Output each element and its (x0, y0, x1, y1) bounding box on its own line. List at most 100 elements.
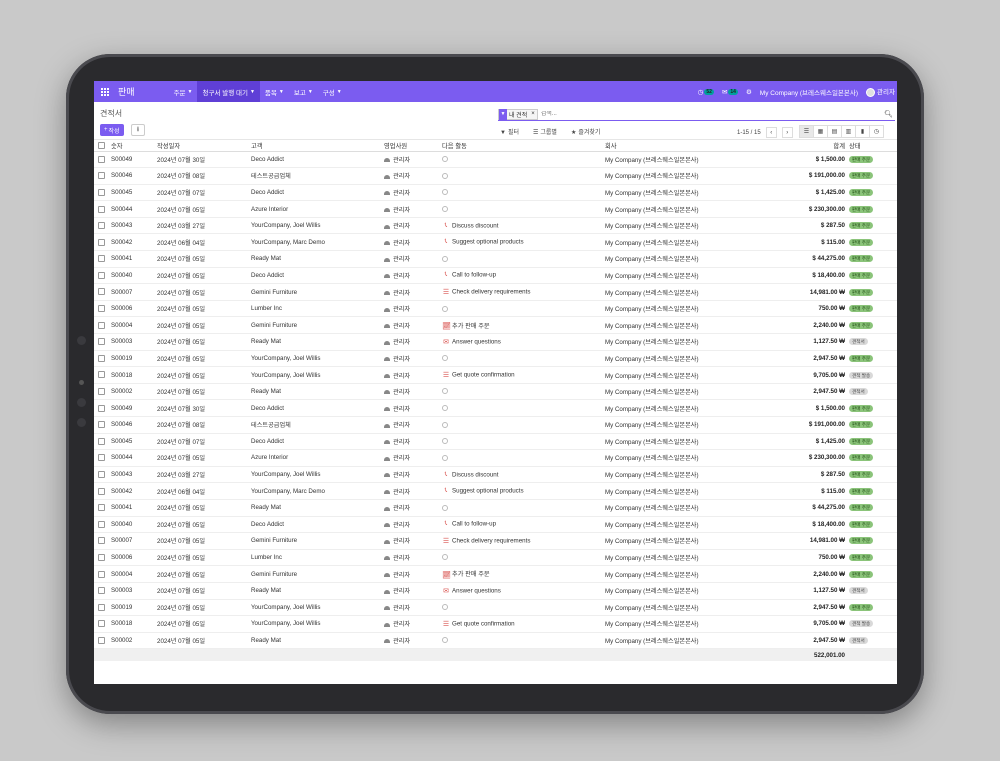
close-icon[interactable]: × (529, 111, 537, 117)
activity-clock-icon[interactable] (442, 189, 448, 196)
activity-clock-icon[interactable] (442, 355, 448, 362)
kanban-view-icon[interactable]: ▦ (813, 125, 828, 138)
row-checkbox[interactable] (98, 255, 105, 263)
row-checkbox[interactable] (98, 487, 105, 495)
pager-next-icon[interactable]: › (781, 127, 793, 138)
table-row[interactable]: S00040 2024년 07월 05일 Deco Addict 관리자 📞︎ Call … (94, 516, 897, 533)
table-row[interactable]: S00042 2024년 06월 04일 YourCompany, Marc Dem… (94, 483, 897, 500)
activity-clock-icon[interactable] (442, 405, 448, 412)
upsell-chart-icon[interactable]: 📈︎ (442, 571, 451, 579)
table-row[interactable]: S00045 2024년 07월 07일 Deco Addict 관리자 My Comp… (94, 184, 897, 201)
row-checkbox[interactable] (98, 454, 105, 462)
user-menu[interactable]: 관리자 (866, 86, 895, 97)
company-switcher[interactable]: My Company (브레스웨스일본본사) (760, 87, 858, 97)
activity-clock-icon[interactable] (442, 637, 448, 644)
list-view-icon[interactable]: ☰ (799, 125, 814, 138)
menu-to-invoice[interactable]: 청구서 발행 대기 ▼ (197, 81, 260, 102)
row-checkbox[interactable] (98, 620, 105, 628)
pager-value[interactable]: 1-15 / 15 (737, 130, 761, 136)
activity-clock-icon[interactable] (442, 156, 448, 163)
activity-button[interactable]: ◷ 52 (698, 88, 714, 96)
table-row[interactable]: S00040 2024년 07월 05일 Deco Addict 관리자 📞︎ Call … (94, 267, 897, 284)
table-row[interactable]: S00006 2024년 07월 05일 Lumber Inc 관리자 My Compa… (94, 300, 897, 317)
phone-icon[interactable]: 📞︎ (442, 271, 450, 279)
phone-icon[interactable]: 📞︎ (442, 238, 450, 246)
favorites-dropdown[interactable]: ★ 즐겨찾기 (571, 127, 600, 136)
row-checkbox[interactable] (98, 404, 105, 412)
table-row[interactable]: S00018 2024년 07월 05일 YourCompany, Joel Wil… (94, 367, 897, 384)
menu-configuration[interactable]: 구성 ▼ (318, 81, 347, 102)
groupby-dropdown[interactable]: ☰ 그룹별 (533, 127, 557, 136)
row-checkbox[interactable] (98, 288, 105, 296)
activity-clock-icon[interactable] (442, 305, 448, 312)
menu-orders[interactable]: 주문 ▼ (169, 81, 198, 102)
apps-menu-icon[interactable] (94, 81, 116, 102)
activity-clock-icon[interactable] (442, 205, 448, 212)
row-checkbox[interactable] (98, 205, 105, 213)
envelope-icon[interactable]: ✉ (442, 338, 450, 346)
activity-clock-icon[interactable] (442, 504, 448, 511)
row-checkbox[interactable] (98, 338, 105, 346)
column-status[interactable]: 상태 (849, 140, 897, 151)
activity-clock-icon[interactable] (442, 255, 448, 262)
row-checkbox[interactable] (98, 471, 105, 478)
activity-clock-icon[interactable] (442, 454, 448, 461)
column-salesperson[interactable]: 영업사원 (384, 140, 442, 151)
row-checkbox[interactable] (98, 537, 105, 545)
table-row[interactable]: S00004 2024년 07월 05일 Gemini Furniture 관리자 📈︎… (94, 317, 897, 334)
row-checkbox[interactable] (98, 321, 105, 329)
table-row[interactable]: S00043 2024년 03월 27일 YourCompany, Joel Wil… (94, 466, 897, 483)
search-input[interactable] (540, 111, 885, 117)
table-row[interactable]: S00007 2024년 07월 05일 Gemini Furniture 관리자 ☰ C… (94, 533, 897, 550)
table-row[interactable]: S00003 2024년 07월 05일 Ready Mat 관리자 ✉ Answer q… (94, 582, 897, 600)
app-name[interactable]: 판매 (118, 85, 135, 98)
table-row[interactable]: S00002 2024년 07월 05일 Ready Mat 관리자 My Compan… (94, 632, 897, 649)
pager-previous-icon[interactable]: ‹ (765, 127, 777, 138)
phone-icon[interactable]: 📞︎ (442, 487, 450, 495)
row-checkbox[interactable] (98, 504, 105, 512)
row-checkbox[interactable] (98, 520, 105, 528)
table-row[interactable]: S00049 2024년 07월 30일 Deco Addict 관리자 My Comp… (94, 400, 897, 417)
task-list-icon[interactable]: ☰ (442, 620, 450, 628)
activity-clock-icon[interactable] (442, 172, 448, 179)
row-checkbox[interactable] (98, 188, 105, 196)
row-checkbox[interactable] (98, 636, 105, 644)
table-row[interactable]: S00041 2024년 07월 05일 Ready Mat 관리자 My Compan… (94, 251, 897, 268)
column-number[interactable]: 숫자 (111, 140, 157, 151)
table-row[interactable]: S00044 2024년 07월 05일 Azure Interior 관리자 My C… (94, 450, 897, 467)
table-row[interactable]: S00019 2024년 07월 05일 YourCompany, Joel Wil… (94, 350, 897, 367)
table-row[interactable]: S00046 2024년 07월 08일 테스트공급업체 관리자 My Company … (94, 417, 897, 434)
table-row[interactable]: S00043 2024년 03월 27일 YourCompany, Joel Wil… (94, 217, 897, 234)
table-row[interactable]: S00003 2024년 07월 05일 Ready Mat 관리자 ✉ Answer q… (94, 334, 897, 351)
row-checkbox[interactable] (98, 354, 105, 362)
task-list-icon[interactable]: ☰ (442, 288, 450, 296)
filters-dropdown[interactable]: ▼ 필터 (500, 127, 519, 136)
task-list-icon[interactable]: ☰ (442, 537, 450, 545)
table-row[interactable]: S00046 2024년 07월 08일 테스트공급업체 관리자 My Company … (94, 168, 897, 185)
row-checkbox[interactable] (98, 155, 105, 163)
row-checkbox[interactable] (98, 305, 105, 313)
table-row[interactable]: S00045 2024년 07월 07일 Deco Addict 관리자 My Comp… (94, 433, 897, 450)
table-row[interactable]: S00042 2024년 06월 04일 YourCompany, Marc Dem… (94, 234, 897, 251)
envelope-icon[interactable]: ✉ (442, 587, 450, 595)
download-button[interactable]: ⭳ (131, 124, 145, 136)
search-icon[interactable]: 🔍︎ (884, 110, 895, 118)
activity-clock-icon[interactable] (442, 554, 448, 561)
table-row[interactable]: S00006 2024년 07월 05일 Lumber Inc 관리자 My Compa… (94, 549, 897, 566)
table-row[interactable]: S00018 2024년 07월 05일 YourCompany, Joel Wil… (94, 616, 897, 633)
row-checkbox[interactable] (98, 222, 105, 230)
row-checkbox[interactable] (98, 172, 105, 180)
row-checkbox[interactable] (98, 371, 105, 379)
row-checkbox[interactable] (98, 570, 105, 578)
activity-view-icon[interactable]: ◷ (869, 125, 884, 138)
create-button[interactable]: + 작성 (100, 124, 124, 136)
phone-icon[interactable]: 📞︎ (442, 222, 450, 230)
calendar-view-icon[interactable]: ▤ (827, 125, 842, 138)
row-checkbox[interactable] (98, 587, 105, 595)
phone-icon[interactable]: 📞︎ (442, 471, 450, 479)
activity-clock-icon[interactable] (442, 388, 448, 395)
select-all-checkbox[interactable] (98, 141, 105, 149)
column-company[interactable]: 회사 (605, 140, 776, 151)
table-row[interactable]: S00019 2024년 07월 05일 YourCompany, Joel Wil… (94, 599, 897, 616)
row-checkbox[interactable] (98, 238, 105, 246)
